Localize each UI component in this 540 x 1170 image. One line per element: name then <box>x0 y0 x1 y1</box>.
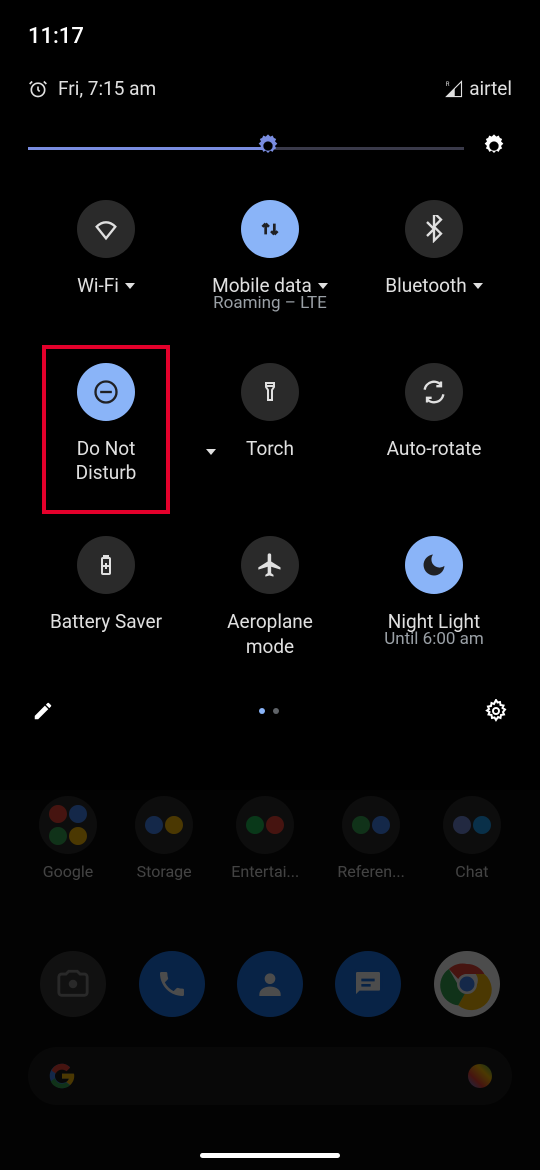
tile-autorotate[interactable]: Auto-rotate <box>352 363 516 486</box>
tiles-grid: Wi-Fi Mobile data Roaming – LTE Bluetoot… <box>24 200 516 687</box>
folder-label: Referen... <box>337 862 404 881</box>
dock-camera[interactable] <box>40 951 106 1017</box>
home-screen: Google Storage Entertai... Referen... Ch… <box>0 790 540 1170</box>
folder-storage[interactable]: Storage <box>135 796 193 881</box>
svg-text:R: R <box>446 81 450 88</box>
folder-label: Chat <box>455 862 488 881</box>
folder-chat[interactable]: Chat <box>443 796 501 881</box>
alarm-icon <box>28 79 48 99</box>
tile-torch[interactable]: Torch <box>188 363 352 486</box>
chevron-down-icon[interactable] <box>125 283 135 289</box>
chevron-down-icon[interactable] <box>473 283 483 289</box>
panel-footer <box>24 687 516 727</box>
tile-label: Bluetooth <box>385 274 466 299</box>
bluetooth-icon[interactable] <box>405 200 463 258</box>
tile-label: Do Not Disturb <box>61 437 151 486</box>
night-light-icon[interactable] <box>405 536 463 594</box>
folder-label: Google <box>43 862 94 881</box>
panel-header: Fri, 7:15 am R airtel <box>24 49 516 128</box>
tile-battery-saver[interactable]: Battery Saver <box>24 536 188 659</box>
dock <box>0 941 540 1017</box>
carrier-label: airtel <box>469 77 512 100</box>
mobile-data-icon[interactable] <box>241 200 299 258</box>
slider-thumb[interactable] <box>254 132 282 164</box>
tile-mobile-data[interactable]: Mobile data Roaming – LTE <box>188 200 352 313</box>
tile-bluetooth[interactable]: Bluetooth <box>352 200 516 313</box>
tile-dnd[interactable]: Do Not Disturb <box>24 363 188 486</box>
dnd-icon[interactable] <box>77 363 135 421</box>
autorotate-icon[interactable] <box>405 363 463 421</box>
folder-entertainment[interactable]: Entertai... <box>231 796 299 881</box>
status-bar: 11:17 <box>0 0 540 49</box>
assistant-icon[interactable] <box>468 1064 492 1088</box>
tile-aeroplane[interactable]: Aeroplane mode <box>188 536 352 659</box>
page-dots <box>259 708 279 714</box>
folder-reference[interactable]: Referen... <box>337 796 404 881</box>
signal-icon: R <box>445 80 463 98</box>
tile-label: Auto-rotate <box>387 437 482 462</box>
aeroplane-icon[interactable] <box>241 536 299 594</box>
dot-inactive <box>273 708 279 714</box>
edit-icon[interactable] <box>32 700 54 722</box>
brightness-icon <box>480 132 508 164</box>
folder-label: Storage <box>137 862 192 881</box>
slider-track[interactable] <box>28 147 464 150</box>
gear-icon[interactable] <box>484 699 508 723</box>
dock-contacts[interactable] <box>237 951 303 1017</box>
dock-phone[interactable] <box>139 951 205 1017</box>
status-time: 11:17 <box>28 24 84 49</box>
tile-label: Torch <box>246 437 294 462</box>
tile-wifi[interactable]: Wi-Fi <box>24 200 188 313</box>
torch-icon[interactable] <box>241 363 299 421</box>
tile-night-light[interactable]: Night Light Until 6:00 am <box>352 536 516 659</box>
tile-sublabel: Roaming – LTE <box>213 293 327 313</box>
wifi-icon[interactable] <box>77 200 135 258</box>
dock-messages[interactable] <box>335 951 401 1017</box>
nav-bar[interactable] <box>200 1153 340 1158</box>
quick-settings-panel: Fri, 7:15 am R airtel Wi-Fi <box>0 49 540 747</box>
search-bar[interactable] <box>28 1047 512 1105</box>
tile-label: Battery Saver <box>50 610 162 635</box>
dock-chrome[interactable] <box>434 951 500 1017</box>
header-date: Fri, 7:15 am <box>58 77 156 100</box>
chevron-down-icon[interactable] <box>318 283 328 289</box>
tile-sublabel: Until 6:00 am <box>384 629 484 649</box>
brightness-slider[interactable] <box>24 128 516 200</box>
google-logo-icon <box>48 1062 76 1090</box>
tile-label: Wi-Fi <box>77 274 119 299</box>
battery-saver-icon[interactable] <box>77 536 135 594</box>
folder-label: Entertai... <box>231 862 299 881</box>
folder-google[interactable]: Google <box>39 796 97 881</box>
tile-label: Aeroplane mode <box>220 610 320 659</box>
dot-active <box>259 708 265 714</box>
